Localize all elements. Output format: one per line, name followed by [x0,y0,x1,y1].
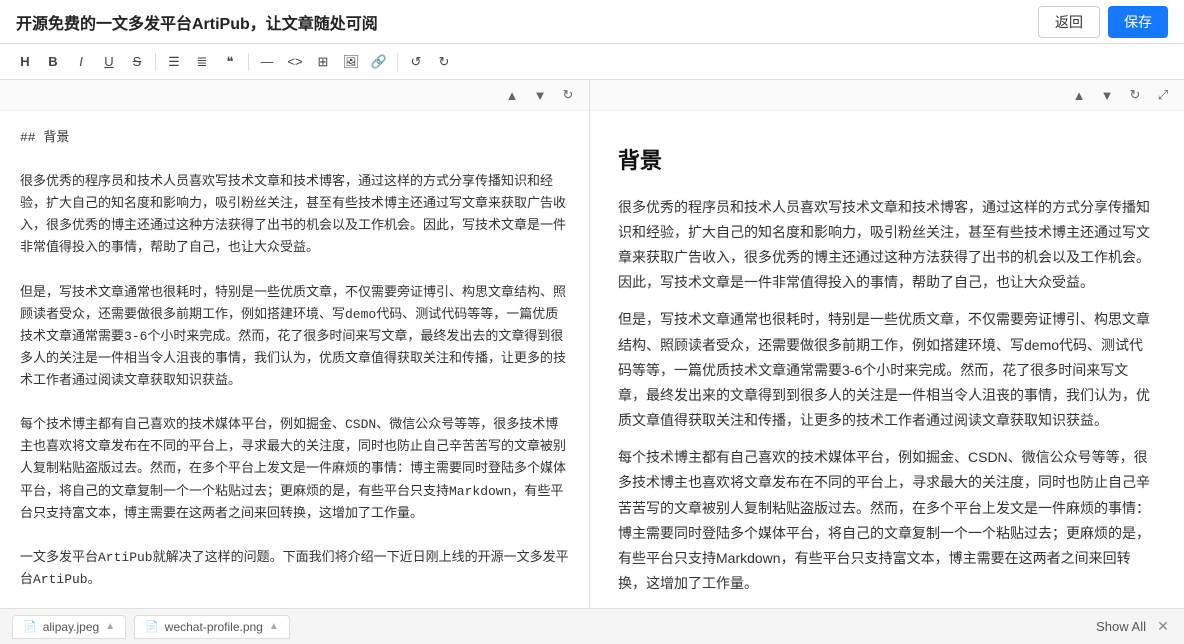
editor-panel-toolbar: ▲ ▼ ↻ [0,80,589,111]
preview-scroll-down-button[interactable]: ▼ [1096,84,1118,106]
redo-button[interactable]: ↻ [431,49,457,75]
file-name: alipay.jpeg [43,620,99,634]
ordered-list-button[interactable]: ≣ [189,49,215,75]
preview-expand-button[interactable]: ⤢ [1152,84,1174,106]
image-button[interactable]: 🖼 [338,49,364,75]
editor-panel: ▲ ▼ ↻ ## 背景 很多优秀的程序员和技术人员喜欢写技术文章和技术博客，通过… [0,80,590,608]
editor-toolbar: H B I U S ☰ ≣ ❝ — <> ⊞ 🖼 🔗 ↺ ↻ [0,44,1184,80]
preview-panel-toolbar: ▲ ▼ ↻ ⤢ [590,80,1184,111]
heading-button[interactable]: H [12,49,38,75]
toolbar-separator-2 [248,53,249,71]
bold-button[interactable]: B [40,49,66,75]
preview-content-area: 背景很多优秀的程序员和技术人员喜欢写技术文章和技术博客，通过这样的方式分享传播知… [590,111,1184,608]
preview-heading: 背景 [618,141,1156,181]
preview-panel: ▲ ▼ ↻ ⤢ 背景很多优秀的程序员和技术人员喜欢写技术文章和技术博客，通过这样… [590,80,1184,608]
file-tab[interactable]: 📄 wechat-profile.png ▲ [134,615,290,639]
bottom-bar: 📄 alipay.jpeg ▲ 📄 wechat-profile.png ▲ S… [0,608,1184,644]
table-button[interactable]: ⊞ [310,49,336,75]
preview-paragraph: 很多优秀的程序员和技术人员喜欢写技术文章和技术博客，通过这样的方式分享传播知识和… [618,195,1156,296]
undo-button[interactable]: ↺ [403,49,429,75]
close-all-button[interactable]: ✕ [1154,618,1172,636]
file-arrow-icon: ▲ [269,621,279,632]
document-title: 开源免费的一文多发平台ArtiPub，让文章随处可阅 [16,10,378,34]
file-icon: 📄 [23,620,37,633]
file-arrow-icon: ▲ [105,621,115,632]
show-all-label: Show All [1096,619,1146,634]
quote-button[interactable]: ❝ [217,49,243,75]
code-button[interactable]: <> [282,49,308,75]
editor-refresh-button[interactable]: ↻ [557,84,579,106]
file-tab[interactable]: 📄 alipay.jpeg ▲ [12,615,126,639]
italic-button[interactable]: I [68,49,94,75]
main-area: ▲ ▼ ↻ ## 背景 很多优秀的程序员和技术人员喜欢写技术文章和技术博客，通过… [0,80,1184,608]
top-bar-actions: 返回 保存 [1038,6,1168,38]
show-all-button[interactable]: Show All [1096,619,1146,634]
editor-scroll-up-button[interactable]: ▲ [501,84,523,106]
file-name: wechat-profile.png [165,620,263,634]
bottom-files: 📄 alipay.jpeg ▲ 📄 wechat-profile.png ▲ [12,615,290,639]
hr-button[interactable]: — [254,49,280,75]
preview-scroll-up-button[interactable]: ▲ [1068,84,1090,106]
underline-button[interactable]: U [96,49,122,75]
link-button[interactable]: 🔗 [366,49,392,75]
top-bar: 开源免费的一文多发平台ArtiPub，让文章随处可阅 返回 保存 [0,0,1184,44]
unordered-list-button[interactable]: ☰ [161,49,187,75]
toolbar-separator-3 [397,53,398,71]
file-icon: 📄 [145,620,159,633]
strikethrough-button[interactable]: S [124,49,150,75]
preview-refresh-button[interactable]: ↻ [1124,84,1146,106]
preview-paragraph: 每个技术博主都有自己喜欢的技术媒体平台，例如掘金、CSDN、微信公众号等等，很多… [618,445,1156,596]
toolbar-separator-1 [155,53,156,71]
save-button[interactable]: 保存 [1108,6,1168,38]
preview-paragraph: 但是，写技术文章通常也很耗时，特别是一些优质文章，不仅需要旁证博引、构思文章结构… [618,307,1156,433]
editor-scroll-down-button[interactable]: ▼ [529,84,551,106]
return-button[interactable]: 返回 [1038,6,1100,38]
editor-content-area[interactable]: ## 背景 很多优秀的程序员和技术人员喜欢写技术文章和技术博客，通过这样的方式分… [0,111,589,608]
